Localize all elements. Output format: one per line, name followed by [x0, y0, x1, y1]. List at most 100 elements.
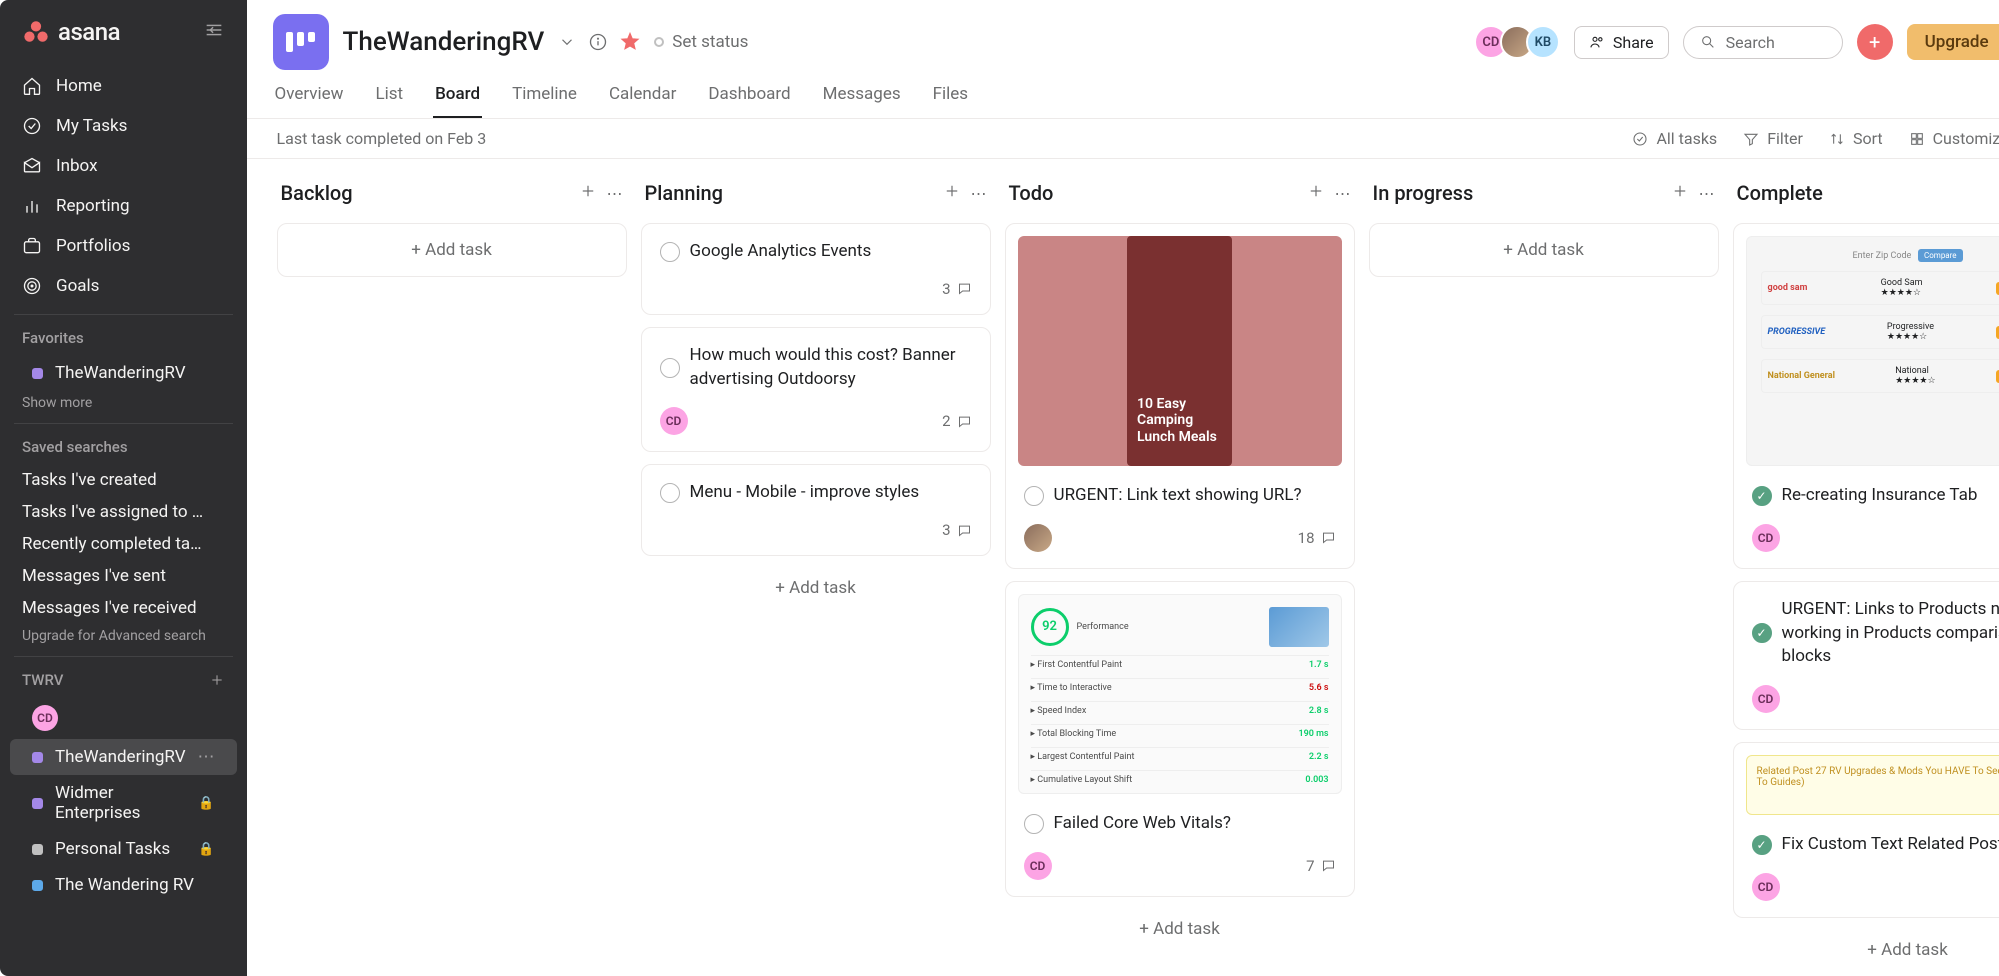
tab-files[interactable]: Files	[931, 84, 970, 118]
project-item[interactable]: The Wandering RV	[10, 867, 237, 903]
add-task-button[interactable]: + Add task	[1369, 223, 1719, 277]
favorite-label: TheWanderingRV	[55, 363, 186, 383]
task-card[interactable]: 92Performance ▸ First Contentful Paint1.…	[1005, 581, 1355, 897]
add-card-icon[interactable]	[1307, 182, 1325, 204]
column-more-icon[interactable]: ⋯	[1335, 184, 1351, 203]
add-card-icon[interactable]	[579, 182, 597, 204]
tab-timeline[interactable]: Timeline	[510, 84, 579, 118]
tab-messages[interactable]: Messages	[821, 84, 903, 118]
tab-list[interactable]: List	[373, 84, 405, 118]
task-card[interactable]: Enter Zip Code Compare good samGood Sam★…	[1733, 223, 1999, 569]
comment-icon	[957, 281, 972, 296]
project-label: Widmer Enterprises	[55, 783, 186, 823]
task-title: URGENT: Link text showing URL?	[1054, 484, 1302, 508]
complete-toggle[interactable]	[660, 242, 680, 262]
upgrade-search-link[interactable]: Upgrade for Advanced search	[0, 624, 247, 656]
grid-icon	[1909, 131, 1925, 147]
saved-search-item[interactable]: Messages I've received	[0, 592, 247, 624]
nav-mytasks[interactable]: My Tasks	[0, 106, 247, 146]
complete-toggle[interactable]	[660, 358, 680, 378]
saved-search-item[interactable]: Tasks I've created	[0, 464, 247, 496]
comment-count: 3	[942, 521, 971, 539]
upgrade-button[interactable]: Upgrade	[1907, 24, 1999, 60]
favorites-header: Favorites	[0, 315, 247, 355]
project-item[interactable]: Personal Tasks🔒	[10, 831, 237, 867]
task-title: Re-creating Insurance Tab	[1782, 484, 1978, 508]
search-input[interactable]: Search	[1683, 26, 1843, 59]
board-column: Todo ⋯ 10 Easy Camping Lunch MealsURGENT…	[1005, 177, 1355, 958]
tab-overview[interactable]: Overview	[273, 84, 346, 118]
nav-portfolios[interactable]: Portfolios	[0, 226, 247, 266]
sidebar-collapse-icon[interactable]	[203, 19, 225, 46]
saved-search-item[interactable]: Tasks I've assigned to …	[0, 496, 247, 528]
comment-icon	[957, 414, 972, 429]
show-more-favorites[interactable]: Show more	[0, 391, 247, 423]
task-card[interactable]: Related Post 27 RV Upgrades & Mods You H…	[1733, 742, 1999, 918]
add-task-button[interactable]: + Add task	[1005, 909, 1355, 949]
saved-search-item[interactable]: Recently completed ta…	[0, 528, 247, 560]
tab-board[interactable]: Board	[433, 84, 482, 118]
set-status-button[interactable]: Set status	[654, 32, 748, 52]
project-label: TheWanderingRV	[55, 747, 186, 767]
info-icon[interactable]	[588, 32, 608, 52]
task-title: Menu - Mobile - improve styles	[690, 481, 920, 505]
column-more-icon[interactable]: ⋯	[971, 184, 987, 203]
task-card[interactable]: URGENT: Links to Products not working in…	[1733, 581, 1999, 730]
tab-dashboard[interactable]: Dashboard	[706, 84, 792, 118]
brand-logo[interactable]: asana	[22, 18, 120, 46]
board-column: Planning ⋯ Google Analytics Events3 How …	[641, 177, 991, 958]
customize-button[interactable]: Customize	[1909, 129, 1999, 148]
add-card-icon[interactable]	[1671, 182, 1689, 204]
assignee-avatar: CD	[1752, 685, 1780, 713]
nav-reporting[interactable]: Reporting	[0, 186, 247, 226]
favorite-project[interactable]: TheWanderingRV	[10, 355, 237, 391]
share-button[interactable]: Share	[1574, 26, 1669, 59]
people-icon	[1589, 34, 1605, 50]
nav-home-label: Home	[56, 76, 102, 96]
task-card[interactable]: Menu - Mobile - improve styles 3	[641, 464, 991, 556]
board-column: In progress ⋯ + Add task	[1369, 177, 1719, 958]
chevron-down-icon[interactable]	[558, 33, 576, 51]
assignee-avatar: CD	[660, 407, 688, 435]
board-column: Complete ⋯ Enter Zip Code Compare good s…	[1733, 177, 1999, 958]
saved-search-item[interactable]: Messages I've sent	[0, 560, 247, 592]
workspace-owner[interactable]: CD	[10, 697, 237, 739]
set-status-label: Set status	[672, 32, 748, 52]
complete-toggle[interactable]	[660, 483, 680, 503]
filter-button[interactable]: Filter	[1743, 129, 1803, 148]
complete-toggle[interactable]	[1752, 486, 1772, 506]
add-card-icon[interactable]	[943, 182, 961, 204]
nav-home[interactable]: Home	[0, 66, 247, 106]
share-label: Share	[1613, 33, 1654, 52]
star-icon[interactable]	[620, 32, 640, 52]
project-item[interactable]: TheWanderingRV ⋯	[10, 739, 237, 775]
all-tasks-button[interactable]: All tasks	[1632, 129, 1717, 148]
complete-toggle[interactable]	[1024, 486, 1044, 506]
project-label: The Wandering RV	[55, 875, 194, 895]
saved-searches-header: Saved searches	[0, 424, 247, 464]
project-item[interactable]: Widmer Enterprises🔒	[10, 775, 237, 831]
task-card[interactable]: Google Analytics Events3	[641, 223, 991, 315]
complete-toggle[interactable]	[1024, 814, 1044, 834]
more-icon[interactable]: ⋯	[198, 747, 215, 767]
add-task-button[interactable]: + Add task	[1733, 930, 1999, 970]
add-task-button[interactable]: + Add task	[641, 568, 991, 608]
nav-goals[interactable]: Goals	[0, 266, 247, 306]
column-more-icon[interactable]: ⋯	[1699, 184, 1715, 203]
member-avatars[interactable]: CD KB	[1482, 25, 1560, 59]
complete-toggle[interactable]	[1752, 835, 1772, 855]
column-title: Backlog	[281, 181, 569, 205]
nav-mytasks-label: My Tasks	[56, 116, 127, 136]
complete-toggle[interactable]	[1752, 623, 1772, 643]
column-more-icon[interactable]: ⋯	[607, 184, 623, 203]
sort-button[interactable]: Sort	[1829, 129, 1883, 148]
nav-inbox[interactable]: Inbox	[0, 146, 247, 186]
workspace-header[interactable]: TWRV	[0, 657, 247, 697]
task-card[interactable]: How much would this cost? Banner adverti…	[641, 327, 991, 453]
add-task-button[interactable]: + Add task	[277, 223, 627, 277]
global-add-button[interactable]: +	[1857, 24, 1893, 60]
task-title: Google Analytics Events	[690, 240, 872, 264]
nav-goals-label: Goals	[56, 276, 99, 296]
task-card[interactable]: 10 Easy Camping Lunch MealsURGENT: Link …	[1005, 223, 1355, 569]
tab-calendar[interactable]: Calendar	[607, 84, 678, 118]
